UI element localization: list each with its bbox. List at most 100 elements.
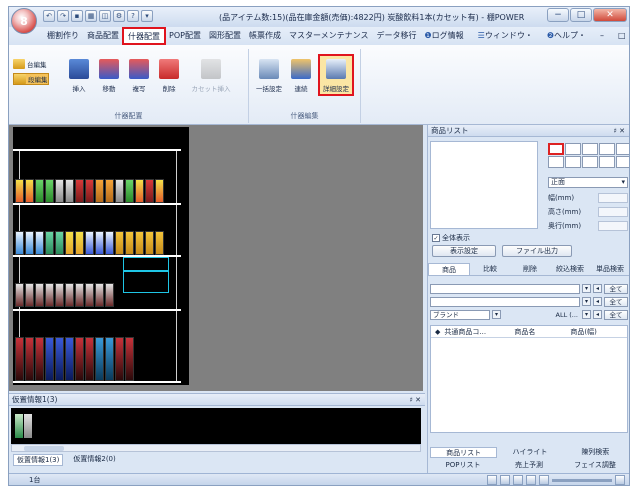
help-menu[interactable]: ❷ヘルプ・ [543, 28, 590, 44]
product[interactable] [45, 337, 54, 381]
product[interactable] [65, 283, 74, 307]
filter-all-button-3[interactable]: 全て [604, 309, 628, 320]
more-icon[interactable]: ▾ [141, 10, 153, 22]
tab-data-migration[interactable]: データ移行 [372, 28, 420, 44]
clear-icon[interactable]: ◂ [593, 310, 602, 319]
zoom-in-icon[interactable] [615, 475, 625, 485]
zoom-slider[interactable] [552, 478, 612, 482]
product[interactable] [65, 337, 74, 381]
product[interactable] [125, 179, 134, 203]
product[interactable] [35, 231, 44, 255]
app-menu-button[interactable]: 8 [11, 8, 37, 34]
tab-temp-2[interactable]: 仮置情報2(0) [73, 454, 115, 466]
temp-product[interactable] [24, 414, 32, 438]
temp-product[interactable] [15, 414, 23, 438]
product-list[interactable]: ◆ 共通商品コ... 商品名 商品(幅) [430, 325, 628, 433]
product[interactable] [85, 231, 94, 255]
tab-compare[interactable]: 比較 [470, 263, 510, 275]
column-product-name[interactable]: 商品名 [510, 326, 566, 337]
tab-pop-placement[interactable]: POP配置 [165, 28, 205, 44]
product[interactable] [45, 231, 54, 255]
move-button[interactable]: 移動 [95, 59, 123, 93]
redo-icon[interactable]: ↷ [57, 10, 69, 22]
detail-settings-button[interactable]: 詳細設定 [318, 54, 354, 96]
product[interactable] [25, 337, 34, 381]
dropdown-icon[interactable]: ▾ [582, 284, 591, 293]
tab-product[interactable]: 商品 [428, 263, 470, 275]
product[interactable] [135, 179, 144, 203]
fit-icon[interactable] [526, 475, 536, 485]
face-cell[interactable] [565, 143, 581, 155]
product[interactable] [145, 231, 154, 255]
face-select[interactable]: 正面 [548, 177, 628, 188]
product[interactable] [15, 231, 24, 255]
product[interactable] [85, 179, 94, 203]
tab-sales-forecast[interactable]: 売上予測 [496, 460, 562, 471]
filter-all-button-2[interactable]: 全て [604, 296, 628, 307]
product[interactable] [155, 179, 164, 203]
product[interactable] [135, 231, 144, 255]
face-cell[interactable] [599, 143, 615, 155]
zoom-out-icon[interactable] [539, 475, 549, 485]
tab-master-maintenance[interactable]: マスターメンテナンス [285, 28, 373, 44]
print-preview-icon[interactable]: ◫ [99, 10, 111, 22]
product[interactable] [25, 283, 34, 307]
tab-delete[interactable]: 削除 [510, 263, 550, 275]
product[interactable] [115, 337, 124, 381]
undo-icon[interactable]: ↶ [43, 10, 55, 22]
product[interactable] [35, 337, 44, 381]
column-product-width[interactable]: 商品(幅) [566, 326, 596, 337]
copy-button[interactable]: 複写 [125, 59, 153, 93]
product[interactable] [15, 283, 24, 307]
clear-icon[interactable]: ◂ [593, 284, 602, 293]
shelf-edit-button[interactable]: 段編集 [13, 73, 49, 85]
height-field[interactable] [598, 207, 628, 217]
product[interactable] [145, 179, 154, 203]
panel-pin-close[interactable]: ♯ ✕ [614, 125, 625, 137]
scroll-thumb[interactable] [24, 446, 64, 451]
product[interactable] [115, 179, 124, 203]
dropdown-icon[interactable]: ▾ [492, 310, 501, 319]
product[interactable] [95, 337, 104, 381]
close-button[interactable]: ✕ [593, 8, 627, 22]
product[interactable] [35, 283, 44, 307]
product[interactable] [85, 337, 94, 381]
cassette-insert-button[interactable]: カセット挿入 [189, 59, 233, 93]
product[interactable] [75, 337, 84, 381]
product[interactable] [115, 231, 124, 255]
product[interactable] [75, 283, 84, 307]
pencil-icon[interactable] [487, 475, 497, 485]
planogram-canvas[interactable] [13, 127, 189, 385]
log-info-menu[interactable]: ❶ログ情報 [420, 28, 467, 44]
product[interactable] [25, 179, 34, 203]
tab-filter-search[interactable]: 絞込検索 [550, 263, 590, 275]
product[interactable] [95, 231, 104, 255]
product[interactable] [105, 337, 114, 381]
selected-slot[interactable] [123, 257, 169, 293]
window-menu[interactable]: ☰ウィンドウ・ [474, 28, 537, 44]
temp-placement-canvas[interactable] [11, 408, 421, 444]
depth-field[interactable] [598, 221, 628, 231]
product[interactable] [55, 231, 64, 255]
width-field[interactable] [598, 193, 628, 203]
product[interactable] [125, 337, 134, 381]
brand-select[interactable]: ブランド [430, 309, 490, 320]
tab-product-list[interactable]: 商品リスト [430, 447, 498, 458]
product[interactable] [85, 283, 94, 307]
planogram-workspace[interactable] [9, 125, 423, 391]
face-cell[interactable] [616, 156, 629, 168]
stand-edit-button[interactable]: 台編集 [13, 59, 47, 69]
product[interactable] [55, 337, 64, 381]
dropdown-icon[interactable]: ▾ [582, 310, 591, 319]
tab-display-search[interactable]: 陳列検索 [563, 447, 628, 458]
print-icon[interactable]: ▦ [85, 10, 97, 22]
temp-panel-pin-close[interactable]: ♯ ✕ [410, 394, 421, 406]
settings-icon[interactable]: ⚙ [113, 10, 125, 22]
face-cell[interactable] [548, 156, 564, 168]
product[interactable] [65, 231, 74, 255]
tab-shape-placement[interactable]: 図形配置 [205, 28, 245, 44]
face-cell[interactable] [582, 143, 598, 155]
save-icon[interactable]: ▪ [71, 10, 83, 22]
show-all-checkbox[interactable]: ✓ 全体表示 [432, 233, 470, 243]
product[interactable] [105, 231, 114, 255]
